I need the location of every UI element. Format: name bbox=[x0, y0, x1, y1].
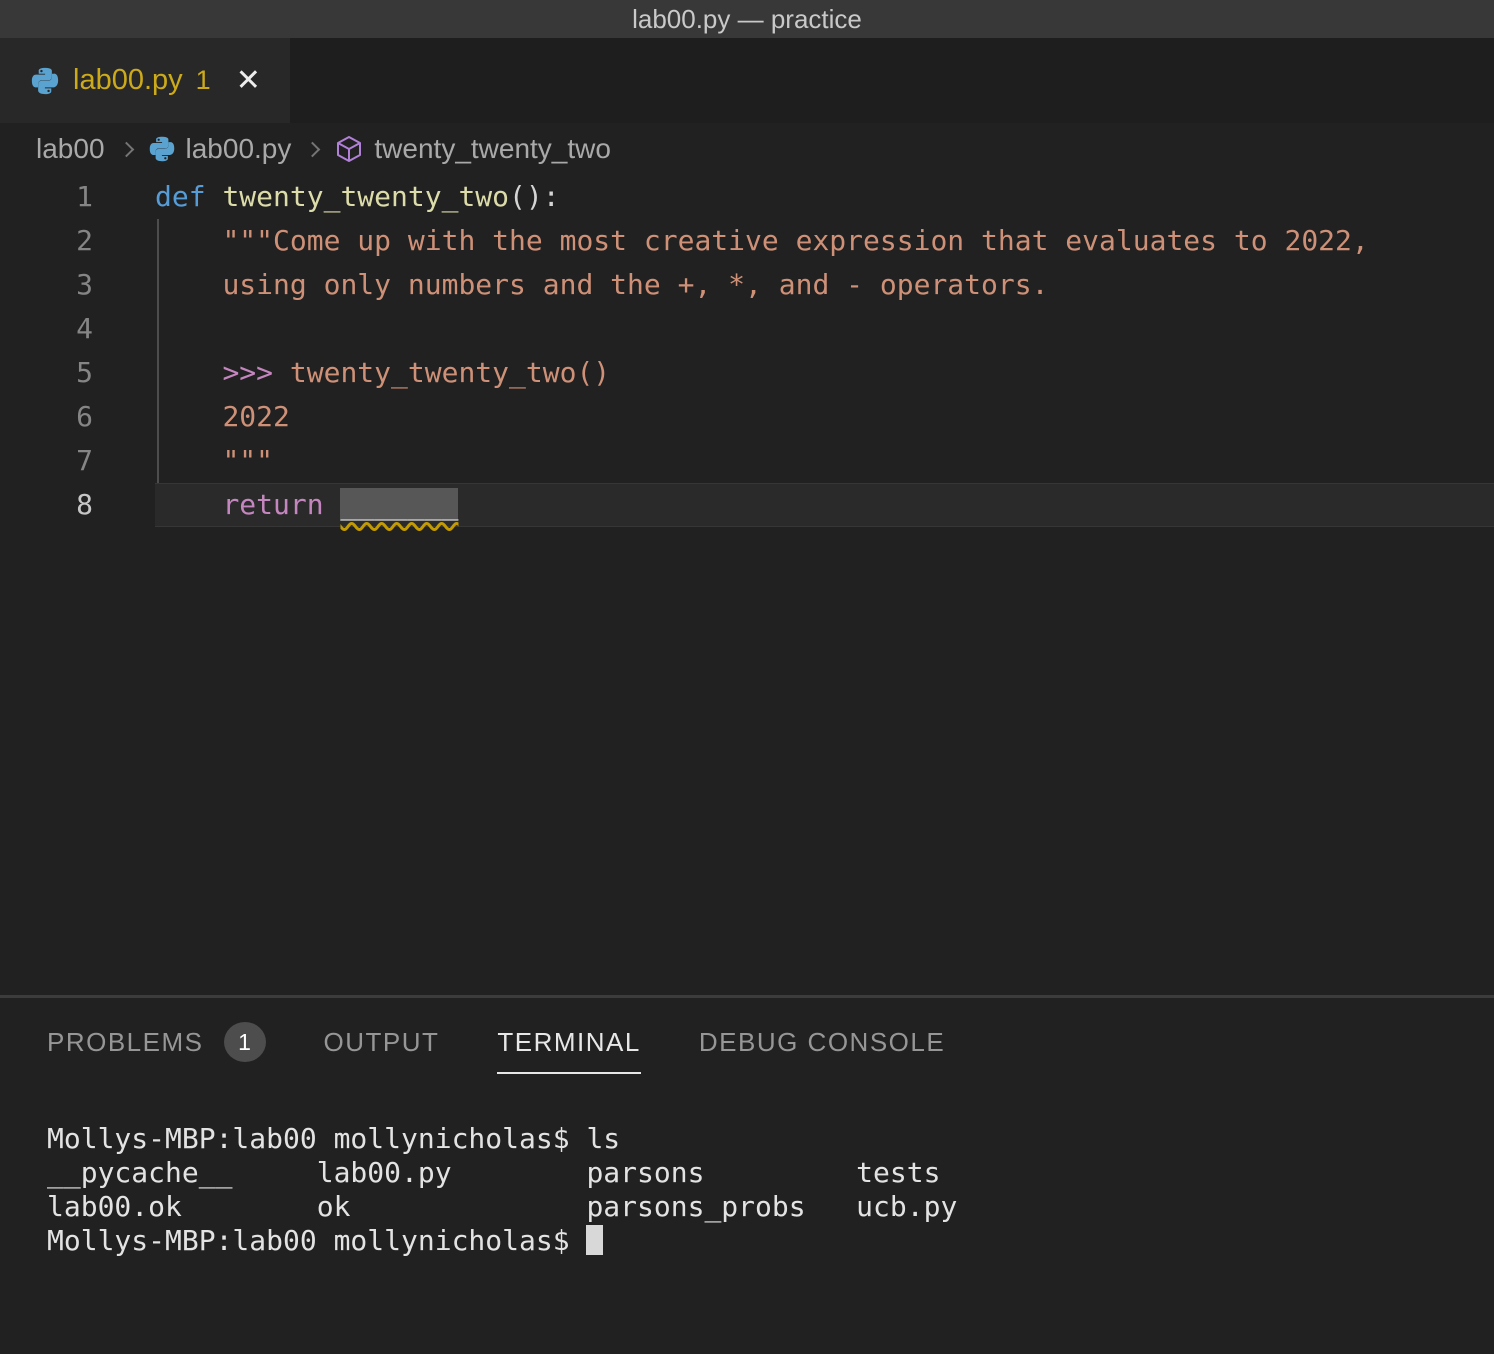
breadcrumb-item-folder[interactable]: lab00 bbox=[36, 133, 105, 165]
window-title: lab00.py — practice bbox=[632, 4, 862, 35]
code-text: 2022 bbox=[155, 395, 290, 439]
code-line[interactable]: 2 """Come up with the most creative expr… bbox=[0, 219, 1494, 263]
problems-count-badge: 1 bbox=[224, 1022, 266, 1062]
terminal-line: Mollys-MBP:lab00 mollynicholas$ ls bbox=[47, 1122, 1494, 1156]
titlebar: lab00.py — practice bbox=[0, 0, 1494, 38]
code-text: def twenty_twenty_two(): bbox=[155, 175, 560, 219]
code-text: """Come up with the most creative expres… bbox=[155, 219, 1369, 263]
panel-tab-debug-console[interactable]: DEBUG CONSOLE bbox=[699, 998, 945, 1086]
python-icon bbox=[148, 135, 176, 163]
code-line[interactable]: 1def twenty_twenty_two(): bbox=[0, 175, 1494, 219]
line-number: 2 bbox=[0, 219, 155, 263]
code-text: return _______ bbox=[155, 483, 458, 527]
breadcrumb-folder-label: lab00 bbox=[36, 133, 105, 165]
panel-tab-terminal[interactable]: TERMINAL bbox=[497, 998, 640, 1086]
breadcrumb-item-file[interactable]: lab00.py bbox=[148, 133, 292, 165]
code-line[interactable]: 7 """ bbox=[0, 439, 1494, 483]
code-text: >>> twenty_twenty_two() bbox=[155, 351, 610, 395]
breadcrumb-symbol-label: twenty_twenty_two bbox=[374, 133, 611, 165]
breadcrumb-file-label: lab00.py bbox=[186, 133, 292, 165]
line-number: 8 bbox=[0, 483, 155, 527]
chevron-right-icon bbox=[118, 141, 134, 157]
code-editor[interactable]: 1def twenty_twenty_two():2 """Come up wi… bbox=[0, 175, 1494, 995]
terminal-prompt-line[interactable]: Mollys-MBP:lab00 mollynicholas$ bbox=[47, 1224, 1494, 1258]
code-line[interactable]: 4 bbox=[0, 307, 1494, 351]
panel-tab-output[interactable]: OUTPUT bbox=[324, 998, 440, 1086]
line-number: 1 bbox=[0, 175, 155, 219]
panel-tab-problems[interactable]: PROBLEMS 1 bbox=[47, 998, 266, 1086]
code-line[interactable]: 5 >>> twenty_twenty_two() bbox=[0, 351, 1494, 395]
panel-tab-label: TERMINAL bbox=[497, 1027, 640, 1058]
bottom-panel: PROBLEMS 1 OUTPUT TERMINAL DEBUG CONSOLE Mol… bbox=[0, 995, 1494, 1354]
close-icon[interactable]: ✕ bbox=[236, 66, 261, 96]
panel-tabs: PROBLEMS 1 OUTPUT TERMINAL DEBUG CONSOLE bbox=[0, 998, 1494, 1086]
breadcrumb: lab00 lab00.py twenty_twenty_two bbox=[0, 123, 1494, 175]
panel-tab-label: PROBLEMS bbox=[47, 1027, 204, 1058]
tab-lab00-py[interactable]: lab00.py 1 ✕ bbox=[0, 38, 290, 123]
breadcrumb-item-symbol[interactable]: twenty_twenty_two bbox=[334, 133, 611, 165]
terminal-prompt: Mollys-MBP:lab00 mollynicholas$ bbox=[47, 1224, 586, 1257]
python-icon bbox=[30, 66, 60, 96]
code-text: """ bbox=[155, 439, 273, 483]
line-number: 5 bbox=[0, 351, 155, 395]
code-lines: 1def twenty_twenty_two():2 """Come up wi… bbox=[0, 175, 1494, 527]
vscode-window: lab00.py — practice lab00.py 1 ✕ lab00 bbox=[0, 0, 1494, 1354]
tab-label: lab00.py bbox=[73, 64, 183, 97]
code-line[interactable]: 3 using only numbers and the +, *, and -… bbox=[0, 263, 1494, 307]
line-number: 7 bbox=[0, 439, 155, 483]
line-number: 6 bbox=[0, 395, 155, 439]
editor-tab-strip: lab00.py 1 ✕ bbox=[0, 38, 1494, 123]
tab-problem-count: 1 bbox=[196, 65, 211, 96]
code-text: using only numbers and the +, *, and - o… bbox=[155, 263, 1048, 307]
terminal-output[interactable]: Mollys-MBP:lab00 mollynicholas$ ls__pyca… bbox=[0, 1086, 1494, 1258]
panel-tab-label: DEBUG CONSOLE bbox=[699, 1027, 945, 1058]
code-line[interactable]: 6 2022 bbox=[0, 395, 1494, 439]
line-number: 3 bbox=[0, 263, 155, 307]
terminal-line: __pycache__ lab00.py parsons tests bbox=[47, 1156, 1494, 1190]
symbol-method-icon bbox=[334, 134, 364, 164]
line-number: 4 bbox=[0, 307, 155, 351]
terminal-line: lab00.ok ok parsons_probs ucb.py bbox=[47, 1190, 1494, 1224]
chevron-right-icon bbox=[305, 141, 321, 157]
terminal-cursor bbox=[586, 1225, 603, 1255]
selected-placeholder[interactable]: _______ bbox=[340, 488, 458, 521]
panel-tab-label: OUTPUT bbox=[324, 1027, 440, 1058]
code-line[interactable]: 8 return _______ bbox=[0, 483, 1494, 527]
